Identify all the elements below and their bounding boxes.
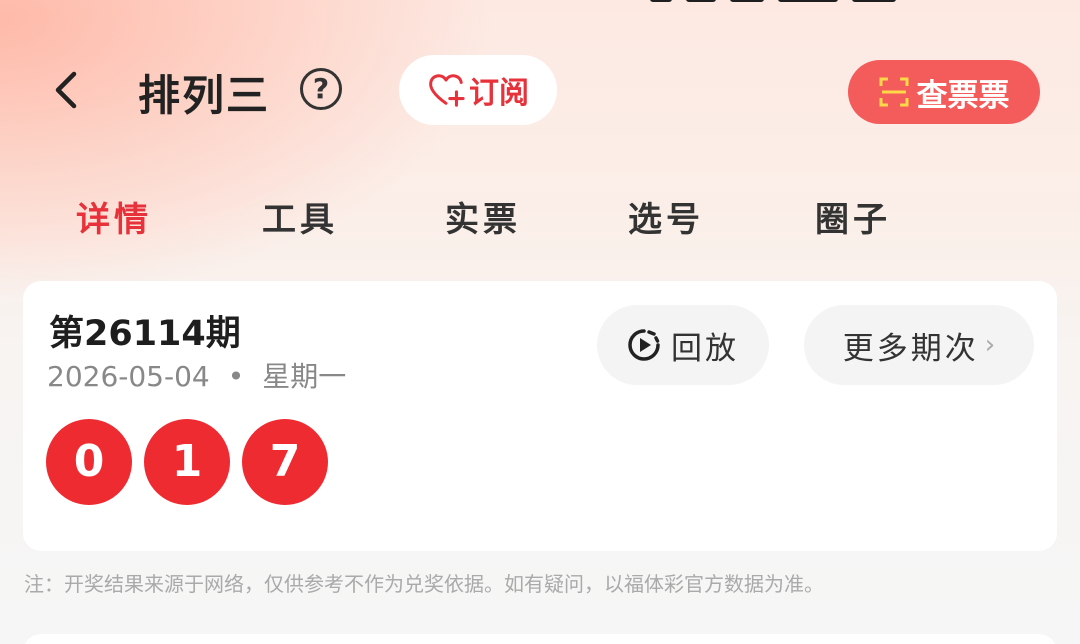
draw-date: 2026-05-04 [47,360,210,393]
back-button[interactable] [44,66,92,114]
replay-icon [628,329,660,361]
question-circle-icon[interactable]: ? [300,68,342,110]
issue-number: 第26114期 [49,314,241,354]
number-ball: 1 [144,419,230,505]
disclaimer-text: 注：开奖结果来源于网络，仅供参考不作为兑奖依据。如有疑问，以福体彩官方数据为准。 [24,572,824,596]
subscribe-button[interactable]: 订阅 [399,55,557,125]
more-issues-label: 更多期次 [842,330,979,367]
number-ball: 7 [242,419,328,505]
tab-details[interactable]: 详情 [76,192,152,241]
heart-plus-icon [429,74,465,107]
tab-bar: 详情 工具 实票 选号 圈子 [0,192,1080,242]
tab-real-tickets[interactable]: 实票 [445,192,521,241]
tab-pick-numbers[interactable]: 选号 [628,192,704,241]
page-title: 排列三 [138,71,271,120]
winning-numbers: 0 1 7 [46,419,340,505]
more-issues-button[interactable]: 更多期次 › [804,305,1034,385]
tab-tools[interactable]: 工具 [262,192,338,241]
draw-date-line: 2026-05-04 • 星期一 [47,355,346,395]
number-ball: 0 [46,419,132,505]
replay-label: 回放 [671,330,739,367]
ticket-check-label: 查票票 [916,77,1010,114]
chevron-left-icon [55,71,77,109]
subscribe-label: 订阅 [469,76,529,111]
chevron-right-icon: › [984,330,996,360]
draw-weekday: 星期一 [262,360,347,393]
separator-dot: • [227,360,245,393]
tab-community[interactable]: 圈子 [815,192,891,241]
draw-result-card: 第26114期 2026-05-04 • 星期一 回放 更多期次 › 0 1 7 [23,281,1057,551]
replay-button[interactable]: 回放 [597,305,769,385]
status-bar-fragment [650,0,920,6]
ticket-check-button[interactable]: 查票票 [848,60,1040,124]
next-card-edge [23,634,1057,644]
scan-icon [879,77,908,107]
